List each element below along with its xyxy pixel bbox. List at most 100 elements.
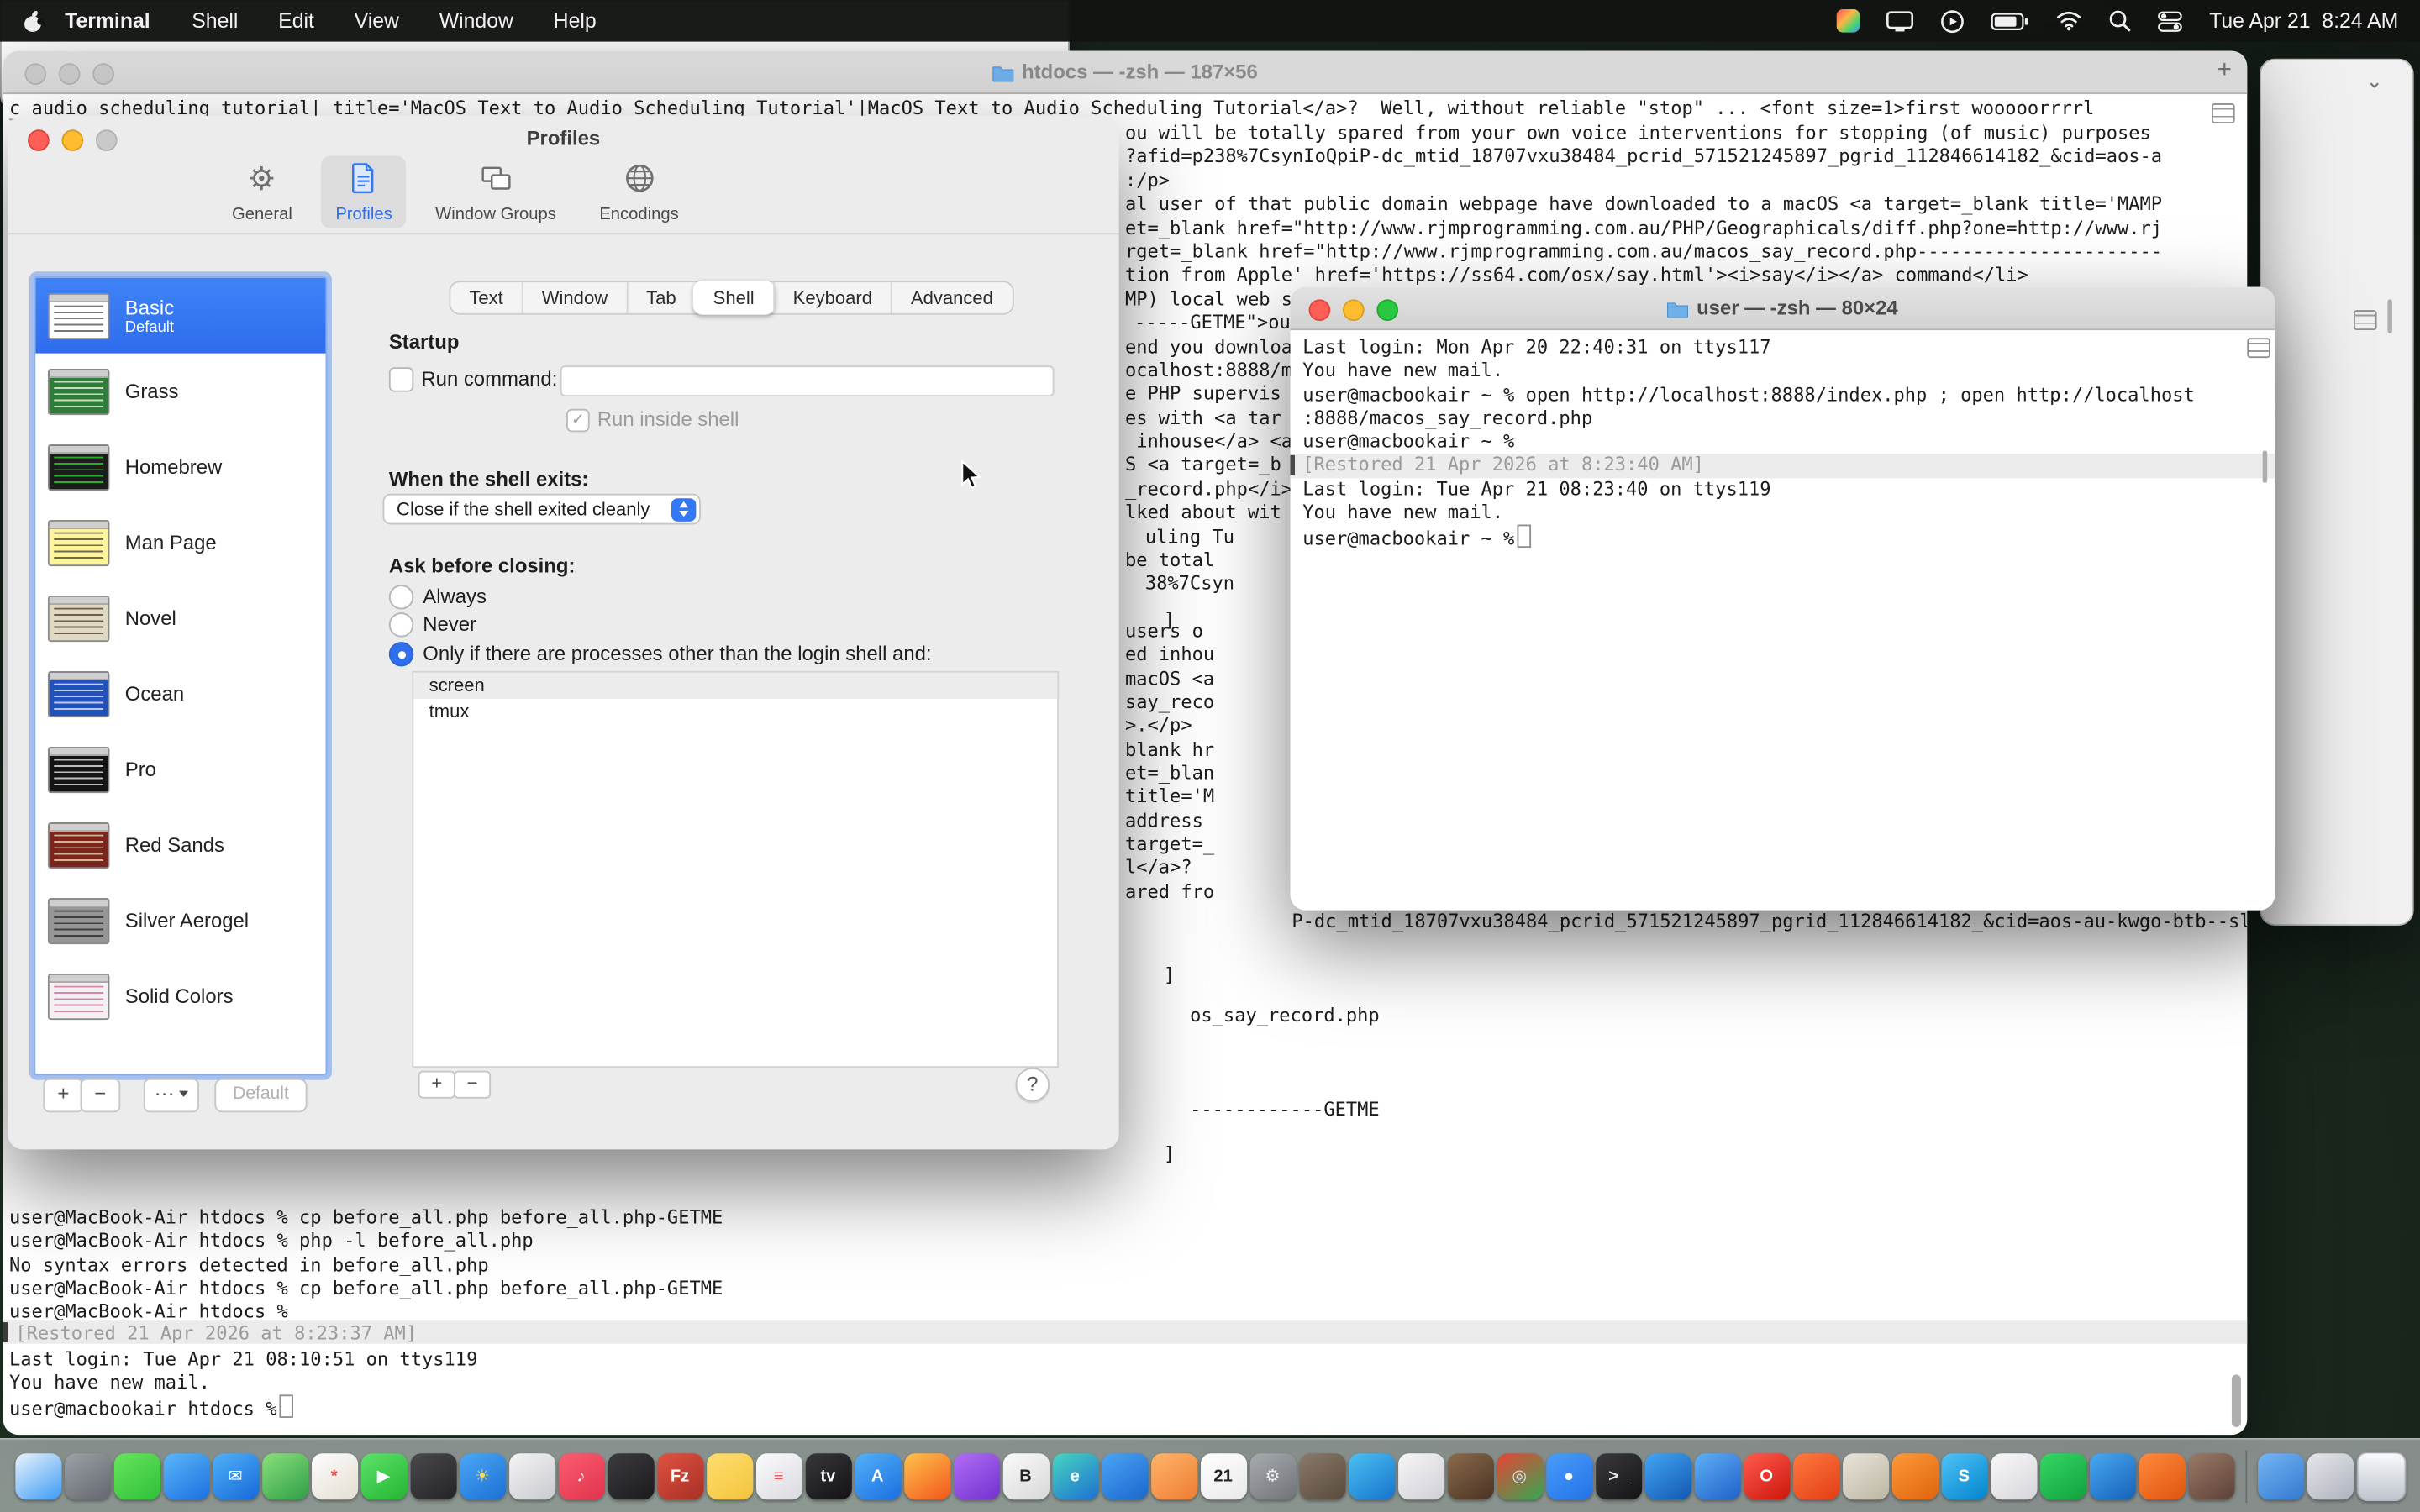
dock-skype[interactable]: S	[1941, 1452, 1987, 1499]
dock-photo-booth[interactable]	[410, 1452, 456, 1499]
dock-firefox[interactable]	[903, 1452, 950, 1499]
profile-row-solid-colors[interactable]: Solid Colors	[35, 958, 325, 1034]
dock-photos[interactable]: *	[311, 1452, 357, 1499]
user-titlebar[interactable]: user — -zsh — 80×24	[1291, 287, 2275, 330]
dock-pixelmator[interactable]	[1348, 1452, 1394, 1499]
dock-vlc[interactable]	[1891, 1452, 1938, 1499]
menu-help[interactable]: Help	[534, 9, 617, 33]
dock-facetime[interactable]: ▶	[360, 1452, 407, 1499]
htdocs-titlebar[interactable]: htdocs — -zsh — 187×56 +	[3, 51, 2248, 94]
dock-system-settings[interactable]: ⚙	[1249, 1452, 1296, 1499]
tab-window[interactable]: Window	[522, 282, 626, 313]
dock-launchpad[interactable]	[64, 1452, 110, 1499]
dock-reminders[interactable]: ≡	[755, 1452, 802, 1499]
toolbar-profiles[interactable]: Profiles	[322, 156, 406, 228]
menu-app-name[interactable]: Terminal	[65, 9, 150, 33]
dock-files-stack[interactable]	[2307, 1452, 2353, 1499]
profile-row-homebrew[interactable]: Homebrew	[35, 429, 325, 505]
default-button[interactable]: Default	[214, 1079, 307, 1112]
dock-books[interactable]	[1150, 1452, 1197, 1499]
tab-advanced[interactable]: Advanced	[891, 282, 1012, 313]
dock-safari[interactable]	[163, 1452, 209, 1499]
dock-brave[interactable]	[1792, 1452, 1839, 1499]
dock-bbedit[interactable]: B	[1002, 1452, 1049, 1499]
dock-xcode[interactable]	[1694, 1452, 1740, 1499]
help-button[interactable]: ?	[1016, 1068, 1050, 1101]
profile-row-basic[interactable]: BasicDefault	[35, 278, 325, 354]
profile-row-red-sands[interactable]: Red Sands	[35, 807, 325, 883]
radio-only-if-processes[interactable]	[389, 642, 413, 666]
dock-spotify[interactable]	[2039, 1452, 2086, 1499]
display-icon[interactable]	[1886, 10, 1914, 32]
dock-keynote[interactable]	[1102, 1452, 1148, 1499]
profile-row-novel[interactable]: Novel	[35, 580, 325, 656]
remove-process-button[interactable]: −	[454, 1071, 491, 1099]
radio-always[interactable]	[389, 585, 413, 609]
dock-chrome[interactable]: ◎	[1497, 1452, 1543, 1499]
dock-music[interactable]: ♪	[558, 1452, 604, 1499]
profile-row-grass[interactable]: Grass	[35, 354, 325, 429]
user-terminal-content[interactable]: Last login: Mon Apr 20 22:40:31 on ttys1…	[1291, 330, 2275, 911]
dock-vscode[interactable]	[1644, 1452, 1691, 1499]
scrollbar-thumb[interactable]	[2387, 299, 2392, 333]
control-center-icon[interactable]	[2159, 10, 2183, 32]
search-icon[interactable]	[2109, 9, 2133, 33]
apple-menu-icon[interactable]	[22, 8, 45, 33]
profile-actions-button[interactable]: ···	[144, 1079, 199, 1112]
battery-icon[interactable]	[1991, 12, 2030, 30]
dock-tv[interactable]: tv	[805, 1452, 851, 1499]
run-command-checkbox[interactable]	[389, 367, 413, 391]
profile-row-ocean[interactable]: Ocean	[35, 656, 325, 732]
dock-dictionary[interactable]	[1397, 1452, 1444, 1499]
dock-postman[interactable]	[2139, 1452, 2185, 1499]
radio-never[interactable]	[389, 612, 413, 637]
run-inside-shell-checkbox[interactable]: ✓	[566, 409, 590, 433]
profile-row-pro[interactable]: Pro	[35, 732, 325, 807]
shell-exit-select[interactable]: Close if the shell exited cleanly	[383, 494, 701, 525]
add-process-button[interactable]: +	[418, 1071, 455, 1099]
scrollbar-thumb[interactable]	[2263, 450, 2268, 483]
menu-window[interactable]: Window	[419, 9, 534, 33]
dock-docker[interactable]	[2089, 1452, 2135, 1499]
dock-notes[interactable]	[706, 1452, 752, 1499]
tab-tab[interactable]: Tab	[626, 282, 694, 313]
profile-row-man-page[interactable]: Man Page	[35, 505, 325, 580]
tab-overflow-chevron[interactable]: ⌄	[2366, 70, 2383, 94]
dock-opera[interactable]: O	[1744, 1452, 1790, 1499]
tab-shell[interactable]: Shell	[693, 281, 775, 314]
run-command-input[interactable]	[560, 365, 1055, 396]
scrollbar-thumb[interactable]	[2232, 1375, 2241, 1427]
process-item-tmux[interactable]: tmux	[413, 699, 1057, 725]
dock-calendar[interactable]: 21	[1200, 1452, 1246, 1499]
screen-record-icon[interactable]	[1941, 8, 1965, 33]
dock-terminal[interactable]: >_	[1595, 1452, 1641, 1499]
add-profile-button[interactable]: +	[43, 1079, 83, 1112]
dock-app-store[interactable]: A	[855, 1452, 901, 1499]
dock-gimp[interactable]	[1299, 1452, 1345, 1499]
dock-keka[interactable]	[2188, 1452, 2234, 1499]
toolbar-encodings[interactable]: Encodings	[586, 156, 692, 228]
dock-slack[interactable]	[1990, 1452, 2036, 1499]
dock-mail[interactable]: ✉	[213, 1452, 259, 1499]
tab-text[interactable]: Text	[450, 282, 522, 313]
dock-filezilla[interactable]: Fz	[657, 1452, 703, 1499]
menu-edit[interactable]: Edit	[258, 9, 334, 33]
dock-edge[interactable]: e	[1052, 1452, 1098, 1499]
process-list[interactable]: screentmux	[412, 671, 1059, 1068]
new-tab-button[interactable]: +	[2217, 57, 2232, 85]
dock-messages[interactable]	[113, 1452, 160, 1499]
page-mark-icon[interactable]	[2212, 103, 2235, 123]
dock-weather[interactable]: ☀	[459, 1452, 505, 1499]
menu-shell[interactable]: Shell	[171, 9, 258, 33]
dock-contacts[interactable]	[508, 1452, 555, 1499]
process-item-screen[interactable]: screen	[413, 673, 1057, 699]
dock-trash[interactable]	[2356, 1451, 2406, 1500]
app-grid-icon[interactable]	[1837, 9, 1860, 33]
dock-handbrake[interactable]	[1842, 1452, 1888, 1499]
tab-keyboard[interactable]: Keyboard	[773, 282, 891, 313]
page-mark-icon[interactable]	[2247, 338, 2270, 358]
remove-profile-button[interactable]: −	[81, 1079, 121, 1112]
wifi-icon[interactable]	[2056, 11, 2082, 31]
menu-clock[interactable]: Tue Apr 21 8:24 AM	[2209, 9, 2398, 33]
dock-zoom[interactable]: ●	[1545, 1452, 1591, 1499]
